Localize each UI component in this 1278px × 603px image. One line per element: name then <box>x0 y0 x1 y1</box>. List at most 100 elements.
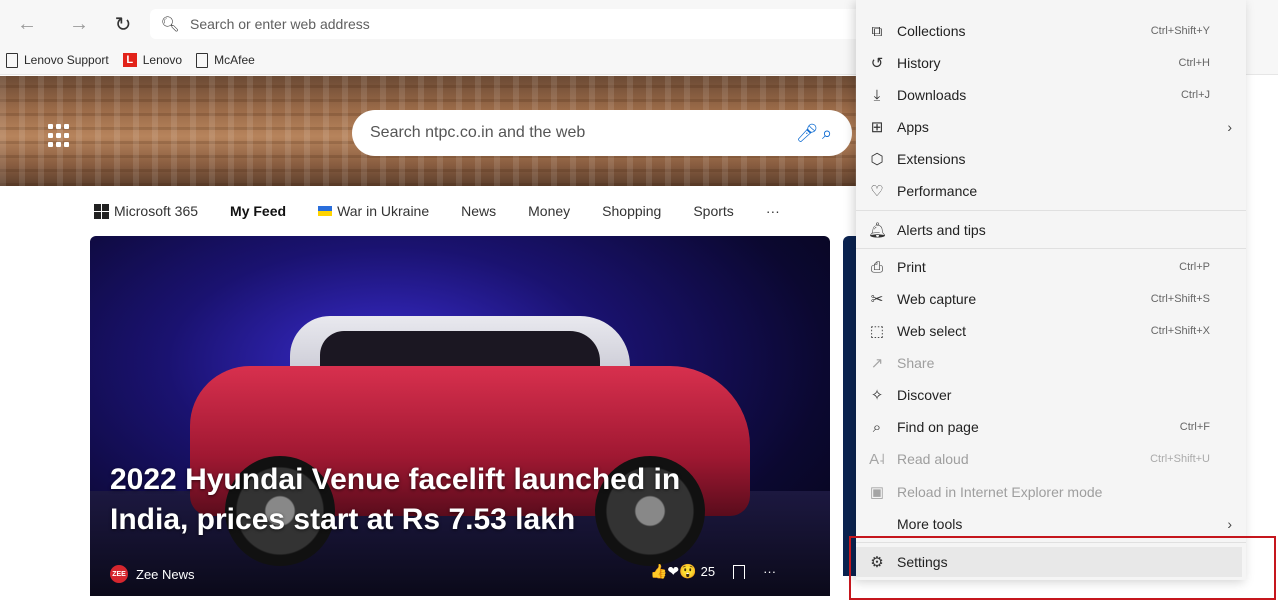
nav-my-feed[interactable]: My Feed <box>230 203 286 219</box>
menu-item-discover[interactable]: ✧ Discover <box>856 380 1246 410</box>
zee-news-logo: ZEE <box>110 565 128 583</box>
nav-label: Microsoft 365 <box>114 203 199 219</box>
menu-item-performance[interactable]: ♡ Performance <box>856 176 1246 206</box>
nav-label: ··· <box>765 203 780 219</box>
menu-item-read-aloud: A˨ Read aloud Ctrl+Shift+U <box>856 444 1246 474</box>
microphone-icon[interactable]: 🎤︎ <box>792 123 822 144</box>
reaction-emoji-icon[interactable]: 👍❤😲 <box>650 563 697 580</box>
extensions-icon: ⬡ <box>870 151 884 168</box>
more-options-button[interactable]: ··· <box>763 564 776 579</box>
arrow-left-icon: ← <box>17 12 37 35</box>
favorite-label: Lenovo <box>142 53 183 67</box>
bookmark-icon[interactable] <box>733 564 746 579</box>
nav-label: Shopping <box>602 203 662 219</box>
menu-label: Web capture <box>897 291 977 307</box>
menu-item-history[interactable]: ↺ History Ctrl+H <box>856 48 1246 78</box>
headline-line: 2022 Hyundai Venue facelift launched in <box>110 463 681 496</box>
nav-label: War in Ukraine <box>337 203 430 219</box>
refresh-button[interactable]: ↻ <box>108 9 138 39</box>
refresh-icon: ↻ <box>114 13 132 36</box>
menu-item-more-tools[interactable]: More tools › <box>856 509 1246 539</box>
chevron-right-icon: › <box>1227 119 1232 135</box>
menu-shortcut: Ctrl+F <box>1179 421 1210 433</box>
address-placeholder: Search or enter web address <box>190 16 370 32</box>
menu-shortcut: Ctrl+Shift+X <box>1150 325 1210 337</box>
menu-divider <box>856 210 1246 211</box>
search-icon: 🔍︎ <box>160 16 180 33</box>
menu-label: Downloads <box>897 87 967 103</box>
feature-story-card[interactable] <box>90 236 830 596</box>
nav-label: Money <box>528 203 571 219</box>
menu-item-web-select[interactable]: ⬚ Web select Ctrl+Shift+X <box>856 316 1246 346</box>
menu-divider <box>856 248 1246 249</box>
story-source[interactable]: ZEE Zee News <box>110 565 195 583</box>
print-icon: ⎙ <box>870 258 883 276</box>
back-button[interactable]: ← <box>12 9 42 39</box>
app-launcher-icon[interactable] <box>48 124 72 148</box>
web-search-input[interactable]: Search ntpc.co.in and the web 🎤︎ ⌕ <box>352 110 852 156</box>
bell-icon: 🔔︎ <box>868 222 888 239</box>
highlight-box <box>849 536 1276 600</box>
ukraine-flag-icon <box>318 206 333 216</box>
menu-item-find-on-page[interactable]: ⌕ Find on page Ctrl+F <box>856 412 1246 442</box>
nav-label: My Feed <box>230 203 287 219</box>
menu-item-downloads[interactable]: ⤓ Downloads Ctrl+J <box>856 80 1246 110</box>
apps-icon: ⊞ <box>870 119 884 136</box>
favorite-lenovo[interactable]: L Lenovo <box>122 53 183 67</box>
menu-item-apps[interactable]: ⊞ Apps › <box>856 112 1246 142</box>
search-placeholder: Search ntpc.co.in and the web <box>370 124 586 141</box>
chevron-right-icon: › <box>1227 516 1232 532</box>
search-icon[interactable]: ⌕ <box>822 123 852 144</box>
favorite-mcafee[interactable]: McAfee <box>196 52 255 68</box>
nav-news[interactable]: News <box>461 203 496 219</box>
nav-label: Sports <box>693 203 734 219</box>
menu-label: Read aloud <box>897 451 969 467</box>
forward-button[interactable]: → <box>64 9 94 39</box>
history-icon: ↺ <box>870 55 884 72</box>
menu-label: History <box>897 55 941 71</box>
collections-icon: ⧉ <box>871 22 883 40</box>
feed-nav: Microsoft 365 My Feed War in Ukraine New… <box>94 196 812 226</box>
page-icon <box>6 52 18 68</box>
nav-war-in-ukraine[interactable]: War in Ukraine <box>318 203 429 219</box>
menu-label: More tools <box>897 516 963 532</box>
menu-label: Print <box>897 259 926 275</box>
menu-label: Reload in Internet Explorer mode <box>897 484 1103 500</box>
nav-label: News <box>461 203 497 219</box>
address-bar[interactable]: 🔍︎ Search or enter web address <box>150 9 870 39</box>
menu-label: Share <box>897 355 935 371</box>
menu-label: Apps <box>897 119 929 135</box>
feature-headline[interactable]: 2022 Hyundai Venue facelift launched in … <box>110 460 810 540</box>
menu-shortcut: Ctrl+Shift+S <box>1150 293 1210 305</box>
menu-shortcut: Ctrl+P <box>1179 261 1210 273</box>
favorite-lenovo-support[interactable]: Lenovo Support <box>6 52 109 68</box>
page-icon <box>196 52 209 68</box>
source-name: Zee News <box>136 566 195 582</box>
menu-item-print[interactable]: ⎙ Print Ctrl+P <box>856 252 1246 282</box>
nav-sports[interactable]: Sports <box>693 203 733 219</box>
menu-shortcut: Ctrl+Shift+U <box>1150 453 1210 465</box>
story-reactions: 👍❤😲 25 ··· <box>650 563 776 580</box>
nav-more-button[interactable]: ··· <box>766 203 780 219</box>
read-aloud-icon: A˨ <box>869 450 885 468</box>
menu-label: Alerts and tips <box>897 222 986 238</box>
menu-item-reload-ie-mode: ▣ Reload in Internet Explorer mode <box>856 477 1246 507</box>
web-select-icon: ⬚ <box>869 323 885 340</box>
nav-money[interactable]: Money <box>528 203 570 219</box>
favorite-label: McAfee <box>214 53 255 67</box>
menu-item-alerts-and-tips[interactable]: 🔔︎ Alerts and tips <box>856 215 1246 245</box>
menu-item-web-capture[interactable]: ✂ Web capture Ctrl+Shift+S <box>856 284 1246 314</box>
menu-label: Extensions <box>897 151 966 167</box>
lenovo-logo-icon: L <box>122 53 137 67</box>
download-icon: ⤓ <box>873 86 881 104</box>
nav-microsoft-365[interactable]: Microsoft 365 <box>94 203 198 219</box>
menu-item-share: ↗ Share <box>856 348 1246 378</box>
menu-shortcut: Ctrl+J <box>1180 89 1210 101</box>
nav-shopping[interactable]: Shopping <box>602 203 661 219</box>
microsoft-logo-icon <box>94 203 109 219</box>
menu-item-extensions[interactable]: ⬡ Extensions <box>856 144 1246 174</box>
ie-mode-icon: ▣ <box>869 484 885 501</box>
settings-and-more-menu: ⧉ Collections Ctrl+Shift+Y ↺ History Ctr… <box>856 0 1246 580</box>
menu-item-collections[interactable]: ⧉ Collections Ctrl+Shift+Y <box>856 16 1246 46</box>
menu-label: Find on page <box>897 419 979 435</box>
